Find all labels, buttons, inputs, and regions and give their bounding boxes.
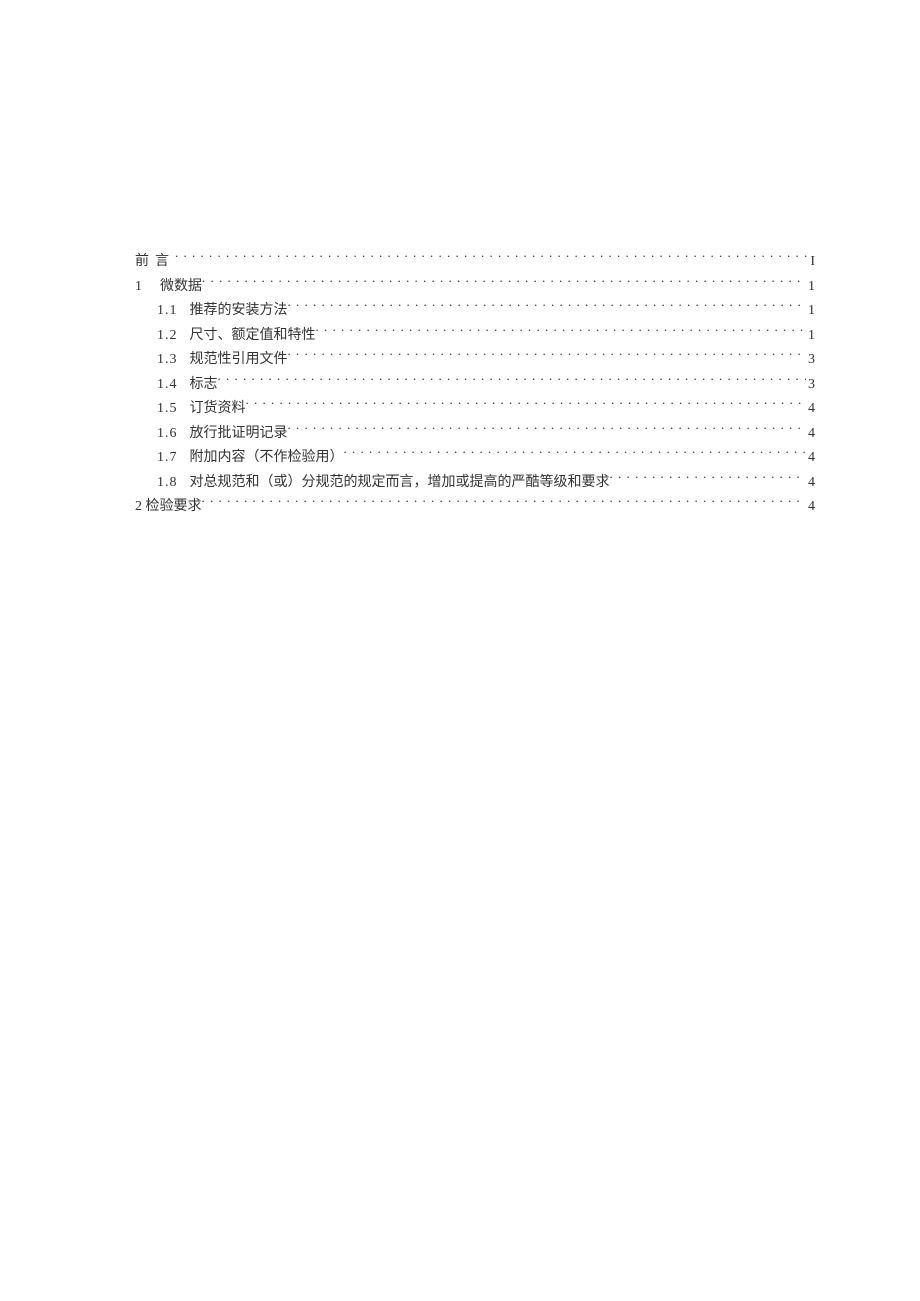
toc-entry-title: 微数据: [160, 279, 202, 294]
toc-leader-dots: [202, 276, 806, 290]
toc-entry-label: 1.5 订货资料: [157, 397, 246, 422]
toc-entry-number: 1.3: [157, 348, 178, 373]
toc-entry-title: 标志: [190, 377, 218, 392]
toc-leader-dots: [175, 251, 808, 265]
toc-entry-title: 推荐的安装方法: [190, 303, 288, 318]
toc-entry: 1.3 规范性引用文件 3: [135, 348, 815, 373]
toc-entry-title: 规范性引用文件: [190, 352, 288, 367]
toc-entry-page: 1: [806, 324, 815, 349]
toc-entry-page: 4: [806, 446, 815, 471]
toc-entry-number: 1.5: [157, 397, 178, 422]
toc-entry-number: 1.7: [157, 446, 178, 471]
toc-entry-page: 3: [806, 373, 815, 398]
toc-entry-label: 1.6 放行批证明记录: [157, 422, 288, 447]
toc-entry-label: 1 微数据: [135, 275, 202, 300]
toc-entry-page: 1: [806, 275, 815, 300]
toc-entry-label: 2 检验要求: [135, 495, 202, 520]
toc-entry: 1.7 附加内容（不作检验用） 4: [135, 446, 815, 471]
toc-leader-dots: [610, 472, 807, 486]
toc-entry: 1.2 尺寸、额定值和特性 1: [135, 324, 815, 349]
toc-entry-page: 1: [806, 299, 815, 324]
toc-entry-number: 1.4: [157, 373, 178, 398]
toc-entry: 1.8 对总规范和（或）分规范的规定而言，增加或提高的严酷等级和要求 4: [135, 471, 815, 496]
toc-entry-number: 2: [135, 499, 142, 514]
toc-leader-dots: [218, 374, 807, 388]
toc-entry-page: I: [808, 250, 815, 275]
toc-leader-dots: [288, 300, 807, 314]
toc-entry-title: 放行批证明记录: [190, 426, 288, 441]
toc-leader-dots: [288, 423, 807, 437]
toc-entry-title: 附加内容（不作检验用）: [190, 450, 344, 465]
toc-entry: 1.5 订货资料 4: [135, 397, 815, 422]
toc-leader-dots: [246, 398, 807, 412]
toc-leader-dots: [344, 447, 807, 461]
toc-entry-label: 1.3 规范性引用文件: [157, 348, 288, 373]
toc-entry-title: 前言: [135, 254, 175, 269]
toc-leader-dots: [202, 496, 807, 510]
toc-leader-dots: [316, 325, 807, 339]
toc-entry-number: 1.8: [157, 471, 178, 496]
toc-entry-page: 3: [806, 348, 815, 373]
toc-entry: 2 检验要求 4: [135, 495, 815, 520]
toc-entry-page: 4: [806, 397, 815, 422]
toc-entry-number: 1.6: [157, 422, 178, 447]
toc-entry: 1.6 放行批证明记录 4: [135, 422, 815, 447]
toc-entry-number: 1.1: [157, 299, 178, 324]
toc-entry: 1 微数据 1: [135, 275, 815, 300]
toc-entry: 前言 I: [135, 250, 815, 275]
toc-entry-page: 4: [806, 495, 815, 520]
toc-entry-page: 4: [806, 471, 815, 496]
toc-entry: 1.4 标志 3: [135, 373, 815, 398]
toc-entry-number: 1.2: [157, 324, 178, 349]
table-of-contents: 前言I1微数据11.1推荐的安装方法11.2尺寸、额定值和特性11.3规范性引用…: [135, 250, 815, 520]
toc-entry-title: 订货资料: [190, 401, 246, 416]
toc-entry-label: 1.1 推荐的安装方法: [157, 299, 288, 324]
toc-entry-label: 1.7 附加内容（不作检验用）: [157, 446, 344, 471]
toc-entry-page: 4: [806, 422, 815, 447]
toc-entry-label: 1.4 标志: [157, 373, 218, 398]
toc-entry: 1.1 推荐的安装方法 1: [135, 299, 815, 324]
toc-leader-dots: [288, 349, 807, 363]
toc-entry-label: 1.2 尺寸、额定值和特性: [157, 324, 316, 349]
toc-entry-title: 检验要求: [146, 499, 202, 514]
toc-entry-number: 1: [135, 279, 142, 294]
toc-entry-title: 对总规范和（或）分规范的规定而言，增加或提高的严酷等级和要求: [190, 475, 610, 490]
toc-entry-title: 尺寸、额定值和特性: [190, 328, 316, 343]
toc-entry-label: 1.8 对总规范和（或）分规范的规定而言，增加或提高的严酷等级和要求: [157, 471, 610, 496]
toc-entry-label: 前言: [135, 250, 175, 275]
